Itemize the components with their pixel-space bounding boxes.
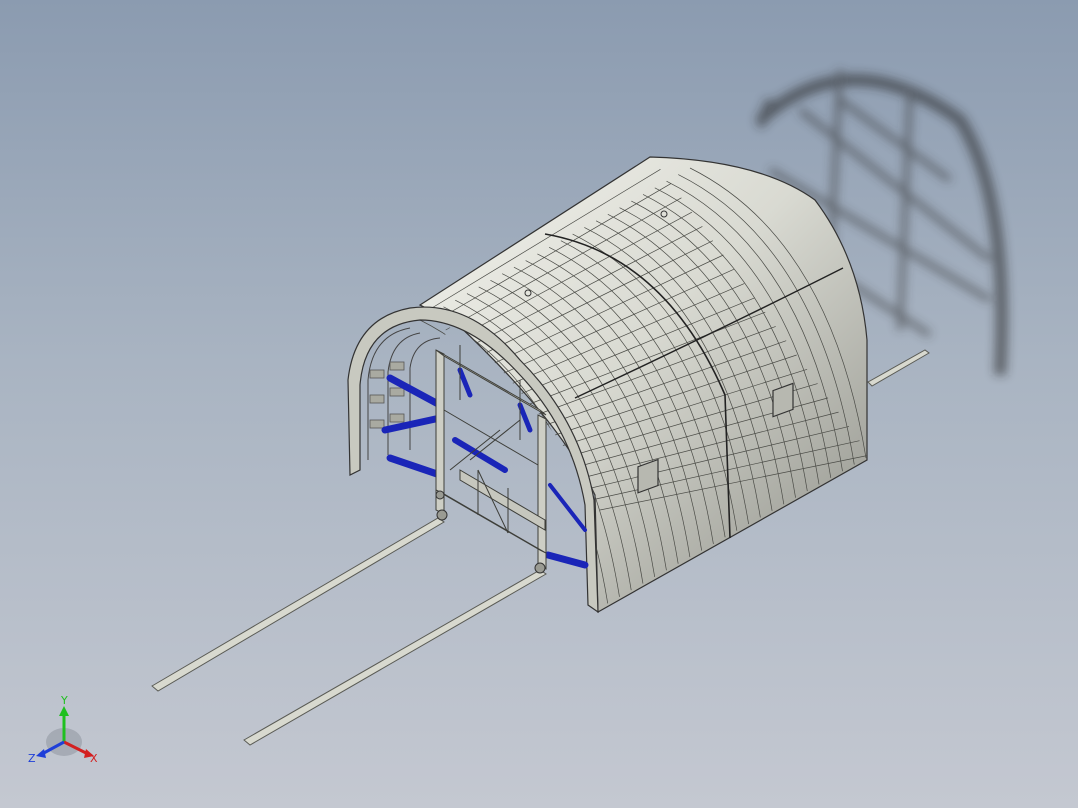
coordinate-triad[interactable]: Y X Z bbox=[26, 694, 106, 774]
z-axis-label: Z bbox=[28, 752, 36, 765]
y-axis-label: Y bbox=[60, 694, 68, 707]
cad-viewport[interactable]: Y X Z bbox=[0, 0, 1078, 808]
rail-left bbox=[151, 517, 445, 692]
model-scene[interactable] bbox=[0, 0, 1078, 808]
rib-stiffeners bbox=[369, 361, 405, 429]
formwork-shell[interactable] bbox=[418, 155, 870, 614]
x-axis-label: X bbox=[90, 752, 98, 765]
gantry-wheels bbox=[435, 490, 546, 574]
